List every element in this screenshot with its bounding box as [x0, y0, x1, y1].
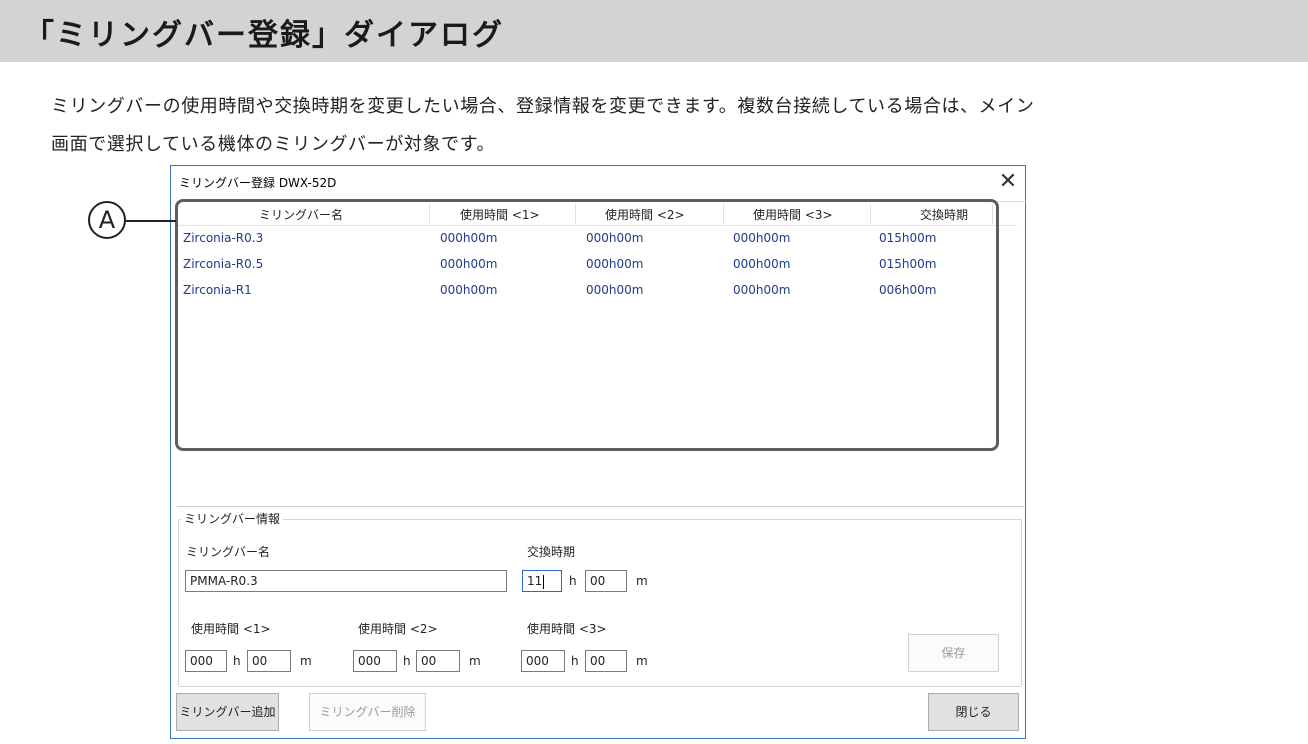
delete-milling-bar-button[interactable]: ミリングバー削除 — [309, 693, 426, 731]
callout-marker: A — [88, 201, 126, 239]
list-highlight-frame — [175, 199, 999, 451]
add-milling-bar-button[interactable]: ミリングバー追加 — [176, 693, 279, 731]
hours-unit: h — [569, 574, 577, 588]
hours-unit: h — [571, 654, 579, 668]
text-caret — [543, 574, 545, 589]
close-button[interactable]: 閉じる — [928, 693, 1019, 731]
usage-2-hours-field[interactable]: 000 — [353, 650, 397, 672]
callout-line — [126, 220, 176, 222]
close-icon[interactable]: ✕ — [991, 166, 1025, 198]
replace-label: 交換時期 — [527, 545, 576, 559]
intro-line-1: ミリングバーの使用時間や交換時期を変更したい場合、登録情報を変更できます。複数台… — [51, 96, 1035, 117]
dialog-title: ミリングバー登録 DWX-52D — [179, 176, 337, 190]
hours-unit: h — [233, 654, 241, 668]
usage-2-label: 使用時間 <2> — [358, 622, 438, 636]
usage-3-label: 使用時間 <3> — [527, 622, 607, 636]
usage-2-minutes-field[interactable]: 00 — [416, 650, 460, 672]
replace-hours-value: 11 — [527, 574, 543, 588]
page-header: 「ミリングバー登録」ダイアログ — [0, 0, 1308, 62]
save-button[interactable]: 保存 — [908, 634, 999, 672]
page-heading: 「ミリングバー登録」ダイアログ — [24, 18, 504, 53]
group-legend: ミリングバー情報 — [181, 510, 284, 527]
name-field[interactable]: PMMA-R0.3 — [185, 570, 507, 592]
usage-3-minutes-field[interactable]: 00 — [585, 650, 627, 672]
minutes-unit: m — [469, 654, 481, 668]
intro-line-2: 画面で選択している機体のミリングバーが対象です。 — [51, 134, 496, 155]
hours-unit: h — [403, 654, 411, 668]
usage-1-hours-field[interactable]: 000 — [185, 650, 227, 672]
usage-1-label: 使用時間 <1> — [191, 622, 271, 636]
minutes-unit: m — [636, 574, 648, 588]
replace-hours-field[interactable]: 11 — [522, 570, 562, 592]
name-label: ミリングバー名 — [186, 545, 271, 559]
replace-minutes-field[interactable]: 00 — [585, 570, 627, 592]
usage-3-hours-field[interactable]: 000 — [521, 650, 565, 672]
minutes-unit: m — [300, 654, 312, 668]
minutes-unit: m — [636, 654, 648, 668]
usage-1-minutes-field[interactable]: 00 — [247, 650, 291, 672]
